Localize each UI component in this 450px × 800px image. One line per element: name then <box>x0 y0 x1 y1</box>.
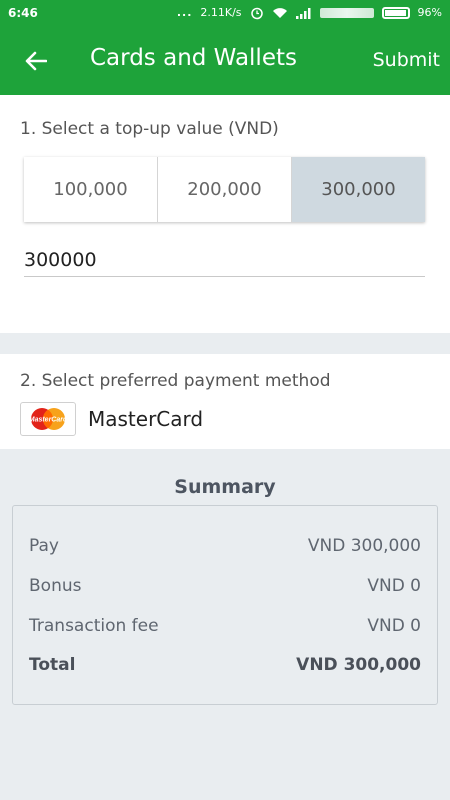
summary-title: Summary <box>174 476 276 498</box>
topup-value-selector: 100,000 200,000 300,000 <box>24 157 425 222</box>
amount-input[interactable] <box>24 243 425 277</box>
summary-label: Bonus <box>29 576 82 596</box>
summary-label: Total <box>29 655 76 675</box>
summary-row-transaction-fee: Transaction fee VND 0 <box>29 616 421 636</box>
battery-percent: 96% <box>417 6 442 19</box>
summary-label: Pay <box>29 536 59 556</box>
payment-label: 2. Select preferred payment method <box>20 371 331 391</box>
summary-value: VND 300,000 <box>296 655 421 675</box>
alarm-icon <box>250 7 263 19</box>
wifi-icon <box>272 7 287 18</box>
notification-dots-icon: ... <box>176 6 193 19</box>
summary-value: VND 0 <box>367 576 421 596</box>
summary-value: VND 0 <box>367 616 421 636</box>
svg-text:MasterCard: MasterCard <box>29 417 68 424</box>
topup-label: 1. Select a top-up value (VND) <box>20 119 279 139</box>
summary-box: Pay VND 300,000 Bonus VND 0 Transaction … <box>12 505 438 705</box>
status-time: 6:46 <box>8 5 38 20</box>
summary-row-total: Total VND 300,000 <box>29 655 421 675</box>
status-indicators: ... 2.11K/s 96% <box>177 6 442 20</box>
signal-icon <box>295 7 311 19</box>
submit-button[interactable]: Submit <box>373 49 440 71</box>
network-speed: 2.11K/s <box>200 6 242 19</box>
page-title: Cards and Wallets <box>90 45 297 71</box>
back-button[interactable] <box>18 43 54 79</box>
summary-label: Transaction fee <box>29 616 159 636</box>
summary-value: VND 300,000 <box>307 536 421 556</box>
status-bar: 6:46 ... 2.11K/s 96% <box>0 0 450 25</box>
topup-option-100000[interactable]: 100,000 <box>24 157 158 222</box>
topup-option-200000[interactable]: 200,000 <box>158 157 292 222</box>
payment-method-mastercard[interactable]: MasterCard MasterCard <box>20 402 203 436</box>
topup-section: 1. Select a top-up value (VND) 100,000 2… <box>0 95 450 333</box>
battery-icon <box>381 6 410 19</box>
mastercard-logo-icon: MasterCard <box>20 402 76 436</box>
summary-row-bonus: Bonus VND 0 <box>29 576 421 596</box>
payment-section: 2. Select preferred payment method Maste… <box>0 354 450 449</box>
toolbar: Cards and Wallets Submit <box>0 25 450 95</box>
topup-option-300000[interactable]: 300,000 <box>292 157 425 222</box>
carrier-name-blurred <box>319 7 374 18</box>
summary-row-pay: Pay VND 300,000 <box>29 536 421 556</box>
payment-method-name: MasterCard <box>88 407 204 431</box>
arrow-left-icon <box>25 51 47 71</box>
